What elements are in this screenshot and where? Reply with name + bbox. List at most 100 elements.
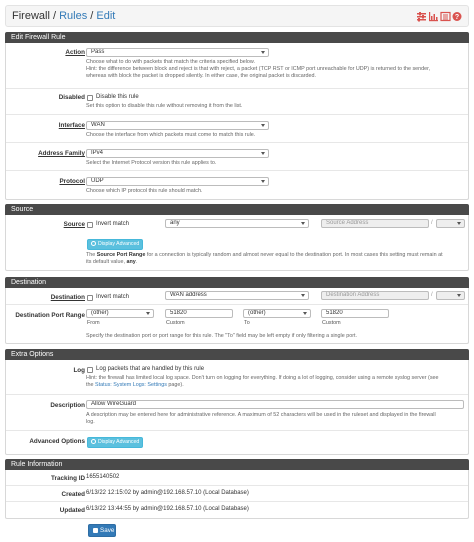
tracking-label: Tracking ID	[51, 475, 85, 482]
row-address-family: Address Family IPv4 Select the Internet …	[6, 143, 468, 171]
disabled-checkbox-label: Disable this rule	[96, 94, 139, 100]
section-header-edit: Edit Firewall Rule	[5, 32, 469, 43]
chevron-down-icon	[301, 222, 305, 225]
source-mask-select[interactable]	[436, 219, 465, 228]
row-protocol: Protocol UDP Choose which IP protocol th…	[6, 171, 468, 200]
destination-label: Destination	[50, 294, 85, 301]
destination-port-from-select[interactable]: (other)	[86, 309, 154, 318]
row-description: Description Allow WireGuard A descriptio…	[6, 395, 468, 431]
log-checkbox[interactable]	[87, 367, 93, 373]
source-display-advanced-button[interactable]: Display Advanced	[87, 239, 144, 250]
destination-address-input[interactable]: Destination Address	[321, 291, 429, 300]
action-help-2: Hint: the difference between block and r…	[86, 66, 431, 72]
destination-mask-select[interactable]	[436, 291, 465, 300]
breadcrumb-bar: Firewall / Rules / Edit ?	[5, 5, 469, 27]
disabled-checkbox[interactable]	[87, 95, 93, 101]
destination-slash: /	[431, 292, 433, 298]
action-help-3: whereas with block the packet is dropped…	[86, 73, 317, 79]
chevron-down-icon	[303, 312, 307, 315]
list-icon[interactable]	[440, 11, 451, 22]
source-invert-checkbox[interactable]	[87, 222, 93, 228]
breadcrumb: Firewall / Rules / Edit	[12, 10, 116, 22]
source-invert-label: Invert match	[96, 221, 130, 227]
description-label: Description	[50, 402, 85, 409]
source-help-1: The Source Port Range for a connection i…	[86, 252, 443, 258]
gear-icon	[91, 241, 96, 246]
row-updated: Updated 6/13/22 13:44:55 by admin@192.16…	[6, 502, 468, 519]
interface-select[interactable]: WAN	[86, 121, 269, 130]
custom-caption-to: Custom	[322, 320, 341, 326]
breadcrumb-rules[interactable]: Rules	[59, 10, 87, 22]
advanced-display-button[interactable]: Display Advanced	[87, 437, 144, 448]
save-button[interactable]: Save	[88, 524, 116, 537]
log-label: Log	[73, 367, 85, 374]
created-value: 6/13/22 12:15:02 by admin@192.168.57.10 …	[86, 490, 249, 496]
to-caption: To	[244, 320, 250, 326]
updated-label: Updated	[59, 507, 85, 514]
source-slash: /	[431, 220, 433, 226]
row-action: Action Pass Choose what to do with packe…	[6, 43, 468, 89]
row-created: Created 6/13/22 12:15:02 by admin@192.16…	[6, 486, 468, 502]
action-select[interactable]: Pass	[86, 48, 269, 57]
section-header-source: Source	[5, 204, 469, 215]
updated-value: 6/13/22 13:44:55 by admin@192.168.57.10 …	[86, 506, 249, 512]
page: { "breadcrumb":{"root":"Firewall","sep1"…	[0, 0, 474, 542]
interface-label: Interface	[58, 122, 85, 129]
syslog-settings-link[interactable]: Status: System Logs: Settings	[95, 382, 167, 388]
source-address-input[interactable]: Source Address	[321, 219, 429, 228]
tracking-id-value: 1655140502	[86, 474, 120, 480]
row-interface: Interface WAN Choose the interface from …	[6, 115, 468, 143]
destination-port-to-select[interactable]: (other)	[243, 309, 311, 318]
destination-port-to-input[interactable]: 51820	[321, 309, 389, 318]
destination-type-select[interactable]: WAN address	[165, 291, 309, 300]
row-log: Log Log packets that are handled by this…	[6, 360, 468, 395]
row-disabled: Disabled Disable this rule Set this opti…	[6, 89, 468, 115]
chevron-down-icon	[261, 51, 265, 54]
chevron-down-icon	[261, 124, 265, 127]
destination-port-label: Destination Port Range	[15, 312, 85, 319]
from-caption: From	[87, 320, 100, 326]
disabled-label: Disabled	[58, 94, 85, 101]
source-label: Source	[63, 221, 85, 228]
toolbar-icons: ?	[416, 11, 464, 22]
action-label: Action	[65, 49, 85, 56]
destination-port-help: Specify the destination port or port ran…	[86, 333, 357, 339]
destination-invert-checkbox[interactable]	[87, 295, 93, 301]
section-header-destination: Destination	[5, 277, 469, 288]
row-source: Source Invert match any Source Address /…	[6, 215, 468, 271]
address-family-select[interactable]: IPv4	[86, 149, 269, 158]
protocol-select[interactable]: UDP	[86, 177, 269, 186]
breadcrumb-firewall[interactable]: Firewall	[12, 10, 50, 22]
chart-icon[interactable]	[429, 12, 438, 22]
description-help-1: A description may be entered here for ad…	[86, 412, 436, 418]
log-checkbox-label: Log packets that are handled by this rul…	[96, 366, 205, 372]
interface-help: Choose the interface from which packets …	[86, 132, 256, 138]
section-header-extra: Extra Options	[5, 349, 469, 360]
chevron-down-icon	[261, 152, 265, 155]
sliders-icon[interactable]	[417, 12, 426, 22]
protocol-label: Protocol	[59, 178, 85, 185]
row-destination-port: Destination Port Range (other) 51820 (ot…	[6, 305, 468, 344]
advanced-options-label: Advanced Options	[29, 438, 85, 445]
chevron-down-icon	[261, 180, 265, 183]
source-help-2: its default value, any.	[86, 259, 138, 265]
address-family-label: Address Family	[38, 150, 85, 157]
protocol-help: Choose which IP protocol this rule shoul…	[86, 188, 203, 194]
disabled-help: Set this option to disable this rule wit…	[86, 103, 243, 109]
section-header-info: Rule Information	[5, 459, 469, 470]
save-icon	[93, 528, 98, 533]
custom-caption-from: Custom	[166, 320, 185, 326]
help-icon[interactable]: ?	[452, 12, 462, 21]
source-type-select[interactable]: any	[165, 219, 309, 228]
chevron-down-icon	[146, 312, 150, 315]
row-tracking: Tracking ID 1655140502	[6, 470, 468, 486]
destination-invert-label: Invert match	[96, 294, 130, 300]
row-advanced-options: Advanced Options Display Advanced	[6, 431, 468, 455]
address-family-help: Select the Internet Protocol version thi…	[86, 160, 217, 166]
destination-port-from-input[interactable]: 51820	[165, 309, 233, 318]
chevron-down-icon	[301, 294, 305, 297]
description-input[interactable]: Allow WireGuard	[86, 400, 464, 409]
row-destination: Destination Invert match WAN address Des…	[6, 288, 468, 305]
breadcrumb-edit[interactable]: Edit	[96, 10, 115, 22]
svg-text:?: ?	[455, 14, 459, 21]
